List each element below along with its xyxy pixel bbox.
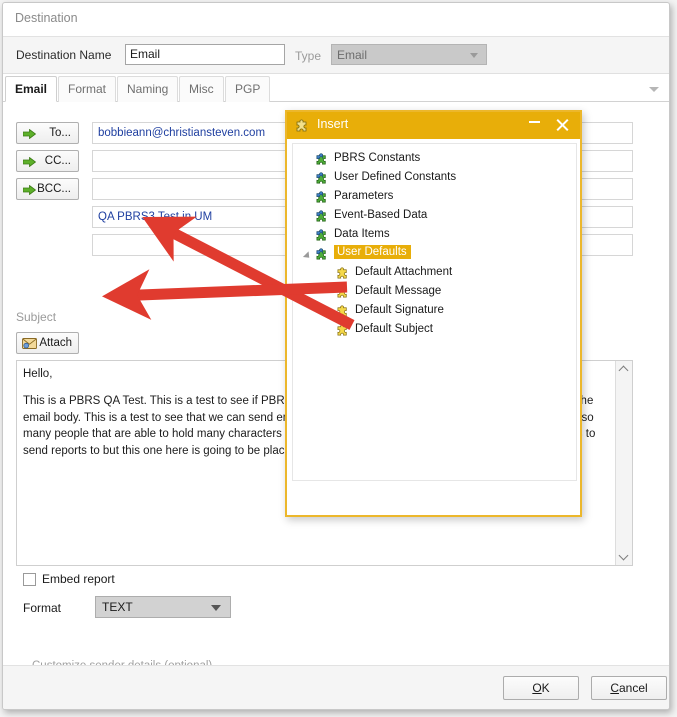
puzzle-green-icon: [316, 248, 326, 260]
insert-dialog-titlebar[interactable]: Insert: [287, 112, 580, 139]
cc-button[interactable]: CC...: [16, 150, 79, 172]
tree-item-label: Event-Based Data: [334, 209, 428, 221]
bcc-button[interactable]: BCC...: [16, 178, 79, 200]
tree-item-default-message[interactable]: Default Message: [293, 283, 576, 302]
chevron-down-icon: [470, 53, 478, 58]
attach-button[interactable]: Attach: [16, 332, 79, 354]
tab-misc[interactable]: Misc: [179, 76, 224, 102]
tree-item-label: User Defaults: [334, 245, 411, 259]
embed-report-checkbox[interactable]: [23, 573, 36, 586]
embed-report-label: Embed report: [42, 572, 115, 586]
tree-item-label: Default Subject: [355, 323, 433, 335]
tab-format[interactable]: Format: [58, 76, 117, 102]
puzzle-yellow-icon: [337, 305, 347, 317]
screen-root: Destination Destination Name Email Type …: [0, 0, 677, 717]
insert-tree[interactable]: PBRS Constants User Defined Constants Para…: [292, 143, 577, 481]
tab-strip: Email Format Naming Misc PGP: [3, 76, 669, 102]
tree-item-parameters[interactable]: Parameters: [293, 188, 576, 207]
cc-button-label: CC...: [44, 155, 71, 167]
tree-item-default-attachment[interactable]: Default Attachment: [293, 264, 576, 283]
attach-button-label: Attach: [39, 337, 72, 349]
puzzle-yellow-icon: [337, 324, 347, 336]
format-select[interactable]: TEXT: [95, 596, 231, 618]
type-select[interactable]: Email: [331, 44, 487, 65]
green-arrow-icon: [23, 185, 36, 195]
insert-dialog: Insert PBRS Constants User Defined Consta…: [285, 110, 582, 517]
tab-label: Email: [15, 82, 48, 96]
puzzle-icon: [296, 119, 307, 132]
puzzle-green-icon: [316, 210, 326, 222]
cancel-button[interactable]: Cancel: [591, 676, 667, 700]
green-arrow-icon: [23, 157, 36, 167]
expander-triangle-icon[interactable]: [302, 251, 313, 261]
type-select-value: Email: [337, 48, 368, 62]
minimize-icon[interactable]: [529, 121, 540, 123]
destination-name-label: Destination Name: [16, 48, 112, 62]
puzzle-green-icon: [316, 191, 326, 203]
format-select-value: TEXT: [102, 600, 133, 614]
page-title: Destination: [15, 11, 78, 25]
tree-item-label: Default Attachment: [355, 266, 453, 278]
green-arrow-icon: [23, 129, 36, 139]
tree-item-event-based-data[interactable]: Event-Based Data: [293, 207, 576, 226]
ok-button[interactable]: OK: [503, 676, 579, 700]
tree-item-pbrs-constants[interactable]: PBRS Constants: [293, 150, 576, 169]
tree-item-user-defaults[interactable]: User Defaults: [293, 245, 576, 264]
message-body-scrollbar[interactable]: [615, 361, 632, 565]
tree-item-label: Default Message: [355, 285, 442, 297]
scroll-up-arrow-icon[interactable]: [616, 361, 632, 378]
tree-item-label: PBRS Constants: [334, 152, 421, 164]
bcc-button-label: BCC...: [37, 183, 71, 195]
tree-item-label: User Defined Constants: [334, 171, 457, 183]
tree-item-data-items[interactable]: Data Items: [293, 226, 576, 245]
tab-email[interactable]: Email: [5, 76, 58, 102]
chevron-down-icon: [211, 605, 221, 611]
format-label: Format: [23, 601, 62, 615]
tab-label: Format: [68, 82, 107, 96]
dialog-footer: OK Cancel: [3, 665, 669, 709]
puzzle-yellow-icon: [337, 267, 347, 279]
insert-dialog-title: Insert: [317, 117, 349, 131]
tree-item-label: Parameters: [334, 190, 394, 202]
tab-label: PGP: [235, 82, 261, 96]
puzzle-green-icon: [316, 172, 326, 184]
tab-naming[interactable]: Naming: [117, 76, 179, 102]
tree-item-default-subject[interactable]: Default Subject: [293, 321, 576, 340]
close-icon[interactable]: [554, 116, 570, 133]
scroll-down-arrow-icon[interactable]: [616, 548, 632, 565]
type-label: Type: [295, 49, 322, 63]
tab-pgp[interactable]: PGP: [225, 76, 271, 102]
tree-item-label: Data Items: [334, 228, 390, 240]
subject-label: Subject: [16, 310, 57, 324]
destination-row-divider: [3, 73, 669, 74]
to-button[interactable]: To...: [16, 122, 79, 144]
puzzle-green-icon: [316, 229, 326, 241]
tab-overflow-chevron-icon[interactable]: [649, 87, 659, 92]
tab-label: Naming: [127, 82, 169, 96]
puzzle-green-icon: [316, 153, 326, 165]
puzzle-yellow-icon: [337, 286, 347, 298]
tree-item-user-defined-constants[interactable]: User Defined Constants: [293, 169, 576, 188]
to-button-label: To...: [49, 127, 71, 139]
destination-name-input[interactable]: Email: [125, 44, 285, 65]
tree-item-label: Default Signature: [355, 304, 444, 316]
tab-label: Misc: [189, 82, 214, 96]
tree-item-default-signature[interactable]: Default Signature: [293, 302, 576, 321]
envelope-icon: [22, 338, 37, 349]
